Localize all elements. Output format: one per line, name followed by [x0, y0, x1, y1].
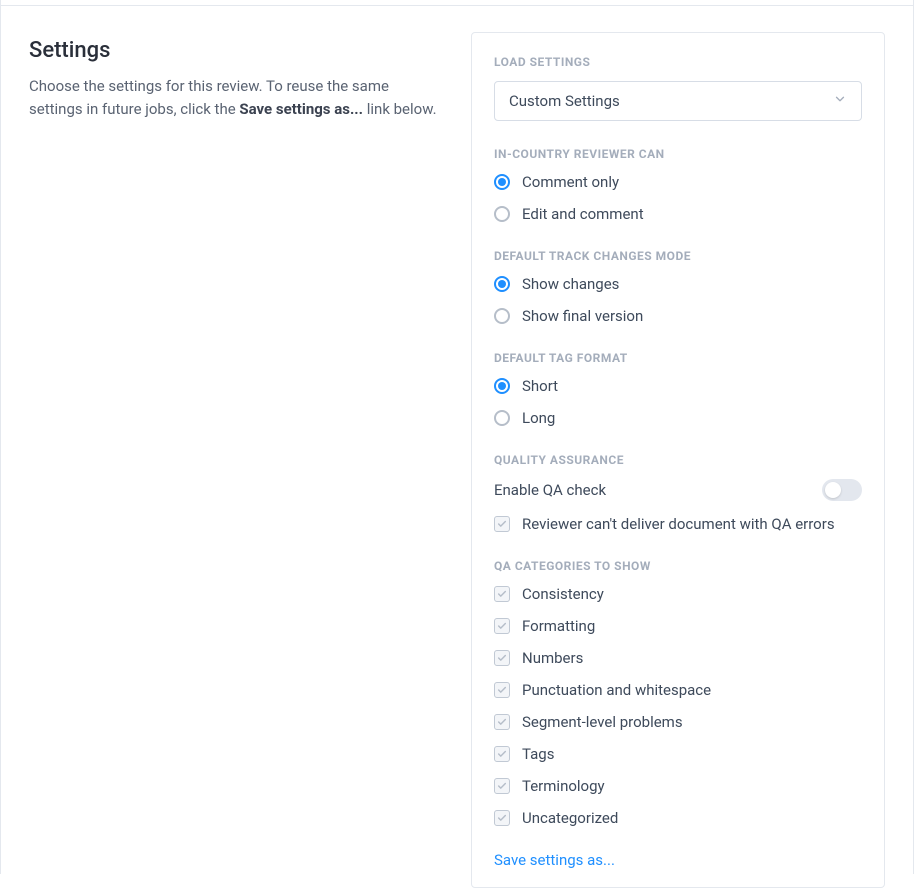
checkbox-icon: [494, 618, 510, 634]
radio-show-changes[interactable]: Show changes: [494, 275, 862, 293]
checkbox-segment-level-problems[interactable]: Segment-level problems: [494, 713, 862, 731]
section-label-quality-assurance: QUALITY ASSURANCE: [494, 453, 862, 467]
enable-qa-label: Enable QA check: [494, 481, 606, 499]
checkbox-icon: [494, 810, 510, 826]
checkbox-label: Punctuation and whitespace: [522, 681, 711, 699]
checkbox-icon: [494, 650, 510, 666]
checkbox-block-delivery[interactable]: Reviewer can't deliver document with QA …: [494, 515, 862, 533]
checkbox-uncategorized[interactable]: Uncategorized: [494, 809, 862, 827]
checkbox-label: Segment-level problems: [522, 713, 683, 731]
page-title: Settings: [29, 38, 439, 63]
checkbox-consistency[interactable]: Consistency: [494, 585, 862, 603]
load-settings-select[interactable]: Custom Settings: [494, 81, 862, 121]
checkbox-label: Formatting: [522, 617, 595, 635]
checkbox-icon: [494, 516, 510, 532]
checkbox-icon: [494, 746, 510, 762]
section-label-qa-categories: QA CATEGORIES TO SHOW: [494, 559, 862, 573]
checkbox-icon: [494, 586, 510, 602]
radio-icon: [494, 308, 510, 324]
radio-tag-short[interactable]: Short: [494, 377, 862, 395]
radio-label: Long: [522, 409, 555, 427]
checkbox-label: Reviewer can't deliver document with QA …: [522, 515, 835, 533]
section-label-reviewer-can: IN-COUNTRY REVIEWER CAN: [494, 147, 862, 161]
enable-qa-toggle[interactable]: [822, 479, 862, 501]
settings-panel: LOAD SETTINGS Custom Settings IN-COUNTRY…: [471, 32, 885, 888]
checkbox-label: Consistency: [522, 585, 604, 603]
checkbox-tags[interactable]: Tags: [494, 745, 862, 763]
radio-label: Short: [522, 377, 558, 395]
section-label-track-changes: DEFAULT TRACK CHANGES MODE: [494, 249, 862, 263]
checkbox-formatting[interactable]: Formatting: [494, 617, 862, 635]
checkbox-icon: [494, 714, 510, 730]
checkbox-icon: [494, 682, 510, 698]
section-label-load-settings: LOAD SETTINGS: [494, 55, 862, 69]
checkbox-icon: [494, 778, 510, 794]
section-label-tag-format: DEFAULT TAG FORMAT: [494, 351, 862, 365]
page-description: Choose the settings for this review. To …: [29, 75, 439, 122]
checkbox-numbers[interactable]: Numbers: [494, 649, 862, 667]
chevron-down-icon: [833, 92, 847, 110]
save-settings-as-link[interactable]: Save settings as...: [494, 851, 862, 869]
radio-icon: [494, 206, 510, 222]
radio-icon: [494, 378, 510, 394]
radio-icon: [494, 276, 510, 292]
checkbox-label: Numbers: [522, 649, 583, 667]
radio-label: Show final version: [522, 307, 643, 325]
load-settings-value: Custom Settings: [509, 92, 620, 110]
radio-label: Comment only: [522, 173, 619, 191]
checkbox-label: Tags: [522, 745, 554, 763]
radio-icon: [494, 410, 510, 426]
checkbox-label: Uncategorized: [522, 809, 618, 827]
checkbox-punctuation-whitespace[interactable]: Punctuation and whitespace: [494, 681, 862, 699]
desc-bold: Save settings as...: [239, 100, 363, 118]
radio-comment-only[interactable]: Comment only: [494, 173, 862, 191]
radio-icon: [494, 174, 510, 190]
radio-show-final-version[interactable]: Show final version: [494, 307, 862, 325]
desc-post: link below.: [363, 100, 437, 118]
radio-tag-long[interactable]: Long: [494, 409, 862, 427]
radio-edit-and-comment[interactable]: Edit and comment: [494, 205, 862, 223]
radio-label: Show changes: [522, 275, 619, 293]
checkbox-label: Terminology: [522, 777, 605, 795]
radio-label: Edit and comment: [522, 205, 644, 223]
checkbox-terminology[interactable]: Terminology: [494, 777, 862, 795]
